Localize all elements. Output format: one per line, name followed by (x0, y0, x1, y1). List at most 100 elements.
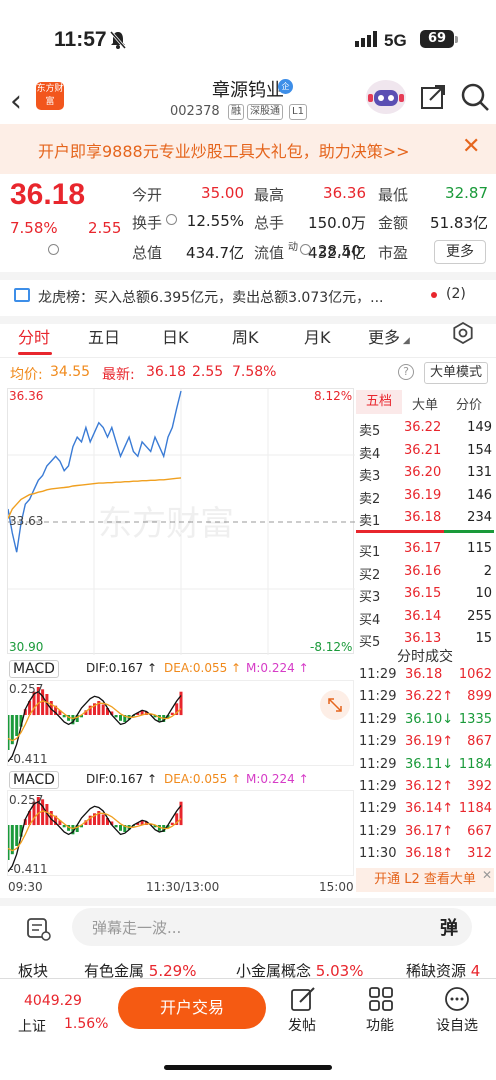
macd-dea-2: DEA:0.055 ↑ (164, 772, 242, 786)
close-icon[interactable]: ✕ (482, 868, 492, 882)
quote-label: 金额 (378, 214, 409, 232)
y-tick-prev-close: 33.63 (9, 514, 44, 528)
search-icon[interactable] (460, 82, 490, 116)
comment-icon[interactable] (26, 916, 52, 946)
macd-bar (6, 715, 10, 750)
quote-value: 35.00 (201, 184, 244, 202)
bids-price: 36.17 (404, 541, 442, 556)
tick-price: 36.10↓ (405, 712, 453, 727)
macd-bar (15, 715, 19, 736)
tab-five-day[interactable]: 五日 (88, 324, 120, 348)
macd-top-tick-2: 0.257 (9, 793, 44, 807)
home-indicator (164, 1065, 332, 1070)
tab-five-levels[interactable]: 五档 (356, 390, 402, 414)
add-watchlist-label[interactable]: 设自选 (436, 1015, 478, 1035)
post-icon[interactable] (290, 986, 316, 1016)
tick-volume: 1184 (458, 801, 492, 817)
assistant-robot-icon[interactable] (366, 80, 406, 114)
post-label[interactable]: 发帖 (288, 1015, 316, 1035)
share-icon[interactable] (420, 84, 446, 114)
ticks-title[interactable]: 分时成交 (356, 646, 494, 666)
macd-m-2: M:0.224 ↑ (246, 772, 309, 786)
arrow-up-icon: ↑ (442, 823, 454, 839)
macd-bar (179, 801, 183, 826)
arrow-up-icon: ↑ (442, 689, 454, 705)
asks-label: 卖1 (359, 514, 381, 529)
banner-text[interactable]: 开户即享9888元专业炒股工具大礼包，助力决策>> (38, 138, 410, 162)
y-tick-high: 36.36 (9, 389, 44, 403)
macd-bottom-tick-2: -0.411 (9, 862, 48, 876)
info-icon[interactable] (166, 214, 177, 225)
status-bar: 11:57 5G 69 (0, 0, 496, 80)
asks-price: 36.21 (404, 442, 442, 458)
time-close: 15:00 (319, 880, 354, 894)
bids-label: 买3 (359, 590, 381, 605)
open-account-button[interactable]: 开户交易 (118, 987, 266, 1029)
l2-upgrade-link[interactable]: 开通 L2 查看大单 (356, 868, 494, 892)
function-grid-icon[interactable] (368, 986, 394, 1016)
asks-vol: 234 (467, 510, 492, 525)
index-percent[interactable]: 1.56% (64, 1016, 108, 1032)
bids-price: 36.15 (404, 586, 442, 601)
tick-time: 11:29 (359, 823, 397, 839)
index-name[interactable]: 上证 (18, 1016, 46, 1036)
tick-volume: 392 (467, 779, 492, 794)
asks-label: 卖4 (359, 446, 381, 462)
macd-bar (15, 825, 19, 846)
tab-more[interactable]: 更多 ◢ (368, 324, 410, 348)
mute-bell-icon (109, 31, 127, 53)
tick-price-value: 36.11 (405, 756, 443, 772)
bids-vol: 255 (467, 608, 492, 624)
latest-change: 2.55 (192, 364, 224, 380)
bids-vol: 115 (467, 541, 492, 556)
info-icon[interactable] (300, 244, 311, 255)
y-tick-low-pct: -8.12% (310, 640, 353, 654)
more-button[interactable]: 更多 (434, 240, 486, 264)
notification-dot (431, 292, 437, 298)
tab-daily-k[interactable]: 日K (162, 324, 189, 348)
macd-bottom-tick: -0.411 (9, 752, 48, 766)
avg-price-label: 均价: (10, 367, 43, 383)
macd-label-2[interactable]: MACD (9, 771, 59, 789)
bids-label: 买1 (359, 545, 381, 560)
macd-bar (119, 715, 122, 721)
function-label[interactable]: 功能 (366, 1015, 394, 1035)
quote-value: 150.0万 (308, 214, 366, 232)
bid-strength-bar (356, 530, 444, 533)
macd-panel-2 (6, 790, 354, 876)
longhu-count[interactable]: (2) (446, 286, 466, 302)
quote-label: 市盈 (378, 244, 409, 262)
macd-bar (114, 715, 118, 718)
tab-big-orders[interactable]: 大单 (412, 394, 438, 413)
tab-weekly-k[interactable]: 周K (232, 324, 259, 348)
macd-label[interactable]: MACD (9, 660, 59, 678)
tab-monthly-k[interactable]: 月K (304, 324, 331, 348)
asks-price: 36.18 (404, 510, 442, 525)
tick-price: 36.11↓ (405, 757, 453, 772)
asks-price: 36.20 (404, 465, 442, 480)
intraday-chart[interactable]: 东方财富 (7, 388, 355, 655)
asks-vol: 149 (467, 420, 492, 435)
tick-price: 36.12↑ (405, 779, 453, 794)
big-order-mode-button[interactable]: 大单模式 (424, 362, 488, 384)
close-icon[interactable]: ✕ (462, 134, 480, 159)
tick-time: 11:29 (359, 801, 397, 817)
tab-price-dist[interactable]: 分价 (456, 394, 482, 413)
list-icon (14, 288, 30, 302)
expand-icon[interactable] (320, 690, 350, 720)
info-icon[interactable] (48, 244, 59, 255)
more-dots-icon[interactable] (444, 986, 470, 1016)
quote-label: 换手 (132, 214, 163, 232)
latest-value: 36.18 (146, 364, 187, 380)
index-value[interactable]: 4049.29 (24, 993, 82, 1009)
danmu-toggle[interactable]: 弹 (440, 914, 458, 940)
pe-superscript: 动 (288, 242, 298, 253)
battery-cap (455, 36, 458, 43)
tick-volume: 667 (467, 823, 492, 839)
tab-intraday[interactable]: 分时 (18, 324, 50, 348)
longhu-text[interactable]: 龙虎榜：买入总额6.395亿元，卖出总额3.073亿元，... (38, 287, 384, 307)
tick-price-value: 36.19 (405, 734, 443, 750)
help-icon[interactable]: ? (398, 364, 414, 380)
gear-icon[interactable] (452, 321, 474, 348)
quote-value: 32.87 (445, 184, 488, 202)
